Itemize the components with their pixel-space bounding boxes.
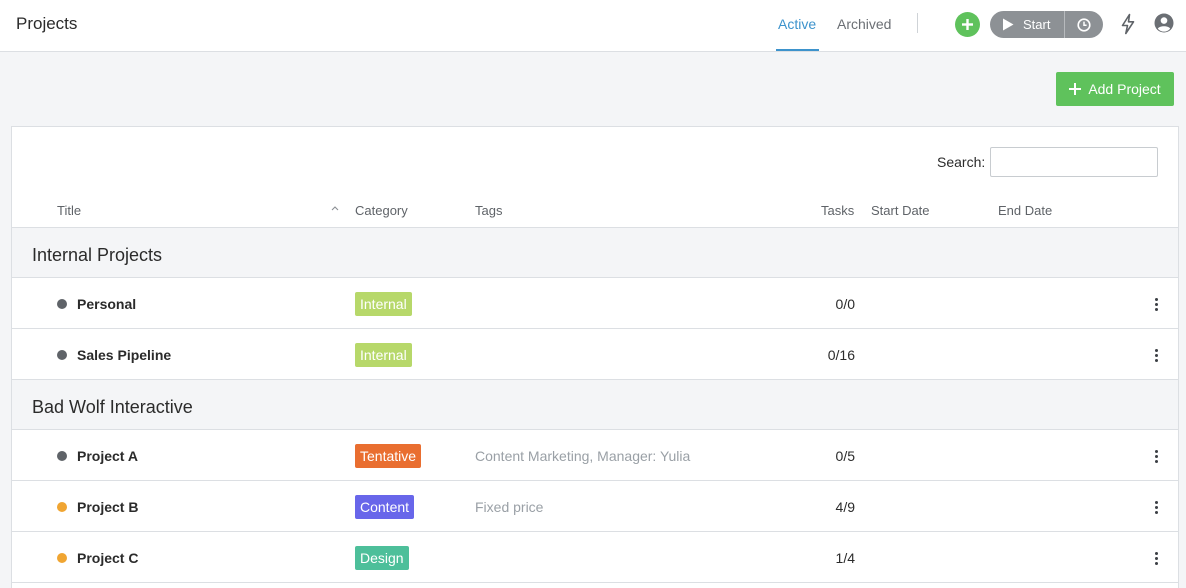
column-end-date[interactable]: End Date	[998, 203, 1052, 218]
group-header: Bad Wolf Interactive	[12, 380, 1178, 430]
column-tasks[interactable]: Tasks	[821, 203, 854, 218]
group-title: Internal Projects	[32, 245, 163, 265]
column-tags[interactable]: Tags	[475, 203, 502, 218]
tab-archived[interactable]: Archived	[837, 16, 891, 32]
sort-ascending-icon[interactable]	[330, 203, 340, 213]
project-title[interactable]: Project C	[77, 550, 138, 566]
category-badge: Design	[355, 546, 409, 570]
task-count: 1/4	[835, 550, 855, 566]
project-title[interactable]: Personal	[77, 296, 136, 312]
add-project-button[interactable]: Add Project	[1056, 72, 1174, 106]
bolt-icon[interactable]	[1119, 13, 1137, 35]
start-timer-label: Start	[1023, 17, 1051, 32]
quick-add-button[interactable]	[955, 12, 980, 37]
table-row[interactable]: Project B Content Fixed price 4/9	[12, 481, 1178, 532]
project-title[interactable]: Project A	[77, 448, 138, 464]
project-title[interactable]: Sales Pipeline	[77, 347, 171, 363]
more-options-icon[interactable]	[1150, 549, 1162, 567]
search-label: Search:	[937, 154, 986, 170]
start-timer-button[interactable]: Start	[990, 11, 1064, 38]
status-dot	[57, 299, 67, 309]
project-tags: Fixed price	[475, 499, 544, 515]
category-badge: Tentative	[355, 444, 422, 468]
project-title[interactable]: Project B	[77, 499, 138, 515]
table-row[interactable]: Project A Tentative Content Marketing, M…	[12, 430, 1178, 481]
task-count: 4/9	[835, 499, 855, 515]
more-options-icon[interactable]	[1150, 346, 1162, 364]
play-icon	[1003, 18, 1014, 31]
header-divider	[917, 13, 918, 33]
column-start-date[interactable]: Start Date	[871, 203, 930, 218]
table-row[interactable]: Personal Internal 0/0	[12, 278, 1178, 329]
plus-icon	[962, 19, 973, 30]
category-badge: Internal	[355, 343, 412, 367]
page-title: Projects	[16, 14, 78, 33]
user-icon[interactable]	[1154, 13, 1174, 33]
task-count: 0/16	[827, 347, 855, 363]
column-category[interactable]: Category	[355, 203, 408, 218]
more-options-icon[interactable]	[1150, 447, 1162, 465]
table-header: Title Category Tags Tasks Start Date End…	[12, 194, 1178, 228]
more-options-icon[interactable]	[1150, 295, 1162, 313]
column-title[interactable]: Title	[57, 203, 81, 218]
group-title: Bad Wolf Interactive	[32, 397, 193, 417]
status-dot	[57, 553, 67, 563]
task-count: 0/5	[835, 448, 855, 464]
clock-icon	[1077, 17, 1091, 32]
category-badge: Internal	[355, 292, 412, 316]
timer-history-button[interactable]	[1065, 11, 1103, 38]
table-row[interactable]: Project C Design 1/4	[12, 532, 1178, 583]
projects-panel: Search: Title Category Tags Tasks Start …	[11, 126, 1179, 588]
plus-icon	[1069, 83, 1082, 95]
project-tags: Content Marketing, Manager: Yulia	[475, 448, 691, 464]
add-project-label: Add Project	[1088, 81, 1161, 97]
timer-control: Start	[990, 11, 1103, 38]
tab-active[interactable]: Active	[778, 16, 816, 32]
status-dot	[57, 502, 67, 512]
category-badge: Content	[355, 495, 415, 519]
more-options-icon[interactable]	[1150, 498, 1162, 516]
active-tab-indicator	[776, 49, 819, 51]
table-row[interactable]: Sales Pipeline Internal 0/16	[12, 329, 1178, 380]
group-header: Internal Projects	[12, 228, 1178, 278]
status-dot	[57, 350, 67, 360]
status-dot	[57, 451, 67, 461]
task-count: 0/0	[835, 296, 855, 312]
top-bar: Projects Active Archived Start	[0, 0, 1186, 52]
search-input[interactable]	[990, 147, 1158, 177]
